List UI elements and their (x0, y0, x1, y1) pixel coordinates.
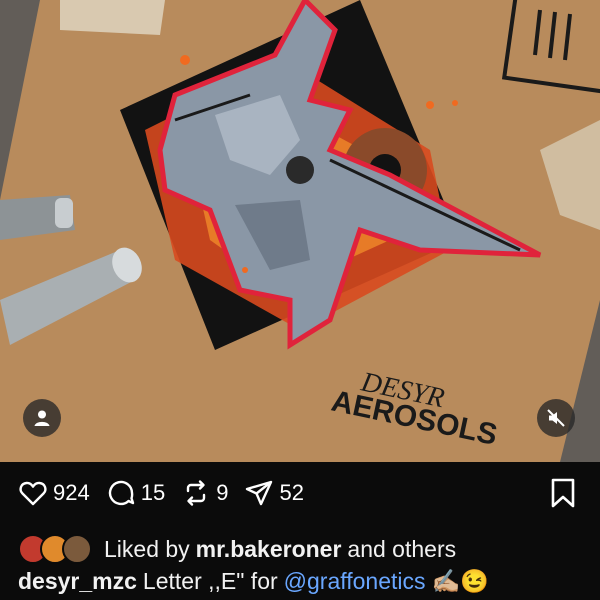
comment-bubble-icon (108, 480, 134, 506)
like-button[interactable]: 924 (18, 478, 90, 508)
graffiti-artwork-illustration: DESYR AEROSOLS (0, 0, 600, 462)
liker-avatars (18, 534, 92, 564)
repost-button[interactable]: 9 (181, 478, 228, 508)
save-button[interactable] (548, 477, 578, 509)
share-button[interactable]: 52 (244, 478, 304, 508)
liked-by-username[interactable]: mr.bakeroner (196, 536, 342, 563)
instagram-post: DESYR AEROSOLS 924 15 9 52 Liked by mr.b… (0, 0, 600, 600)
caption-mention[interactable]: @graffonetics (284, 568, 426, 594)
mute-toggle-button[interactable] (537, 399, 575, 437)
liked-by-suffix: and others (347, 535, 457, 562)
comment-button[interactable]: 15 (106, 478, 165, 508)
liked-by-row[interactable]: Liked by mr.bakeroner and others (18, 534, 456, 564)
speaker-muted-icon (547, 409, 565, 427)
user-tag-button[interactable] (23, 399, 61, 437)
person-icon (34, 410, 50, 426)
reposts-count: 9 (216, 480, 229, 505)
paper-plane-icon (246, 480, 273, 506)
liked-by-prefix: Liked by (104, 535, 190, 562)
caption-text: Letter ,,E" for (142, 568, 278, 594)
likes-count: 924 (53, 480, 90, 505)
caption-emojis: ✍🏼😉 (431, 568, 489, 594)
avatar (62, 534, 92, 564)
post-image[interactable]: DESYR AEROSOLS (0, 0, 600, 462)
shares-count: 52 (279, 480, 304, 505)
comments-count: 15 (140, 480, 166, 505)
caption-username[interactable]: desyr_mzc (18, 568, 137, 594)
heart-icon (19, 481, 47, 506)
repost-icon (187, 480, 206, 506)
action-buttons-row: 924 15 9 52 (18, 478, 320, 508)
post-action-bar: 924 15 9 52 Liked by mr.bakeroner and ot… (0, 462, 600, 600)
bookmark-icon (551, 478, 575, 508)
post-caption: desyr_mzc Letter ,,E" for @graffonetics ✍🏼😉 (18, 568, 489, 595)
